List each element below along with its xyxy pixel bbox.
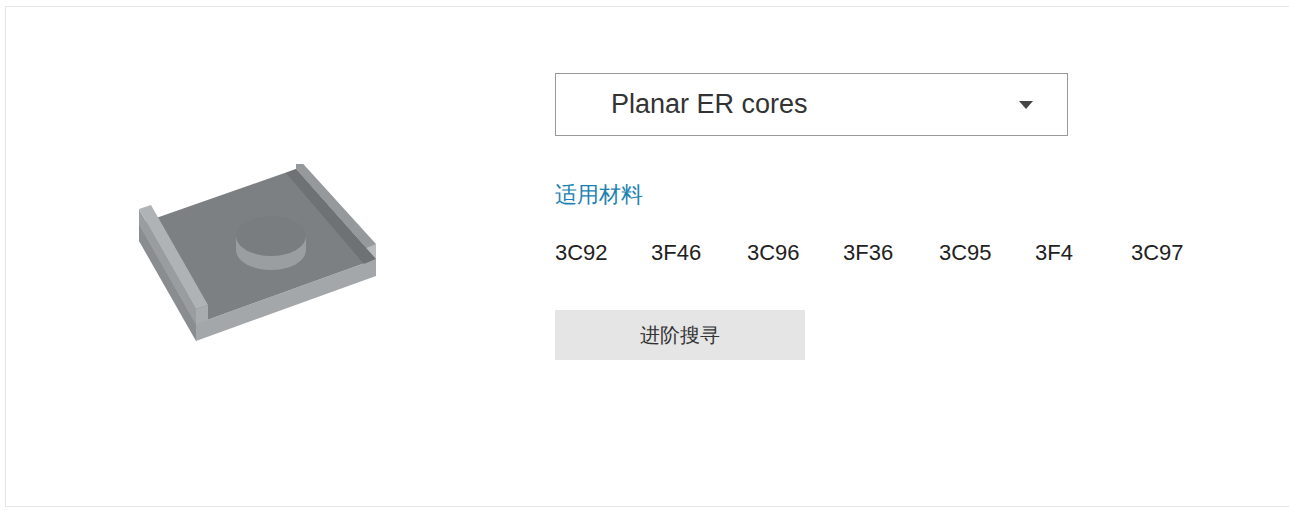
product-photo	[136, 164, 386, 349]
advanced-search-button[interactable]: 进阶搜寻	[555, 310, 805, 360]
caret-down-icon	[1019, 101, 1033, 109]
material-item[interactable]: 3C97	[1131, 238, 1227, 268]
material-item[interactable]: 3F36	[843, 238, 939, 268]
page: Planar ER cores适用材料3C923F463C963F363C953…	[0, 0, 1289, 511]
materials-list: 3C923F463C963F363C953F43C97	[555, 238, 1227, 268]
product-card: Planar ER cores适用材料3C923F463C963F363C953…	[5, 6, 1289, 507]
details: Planar ER cores适用材料3C923F463C963F363C953…	[555, 7, 1227, 506]
image-area	[6, 7, 555, 506]
dropdown-value: Planar ER cores	[611, 84, 808, 125]
material-item[interactable]: 3C95	[939, 238, 1035, 268]
material-item[interactable]: 3F46	[651, 238, 747, 268]
material-item[interactable]: 3C96	[747, 238, 843, 268]
series-dropdown[interactable]: Planar ER cores	[555, 73, 1068, 136]
material-item[interactable]: 3C92	[555, 238, 651, 268]
material-item[interactable]: 3F4	[1035, 238, 1131, 268]
materials-heading: 适用材料	[555, 180, 1227, 210]
